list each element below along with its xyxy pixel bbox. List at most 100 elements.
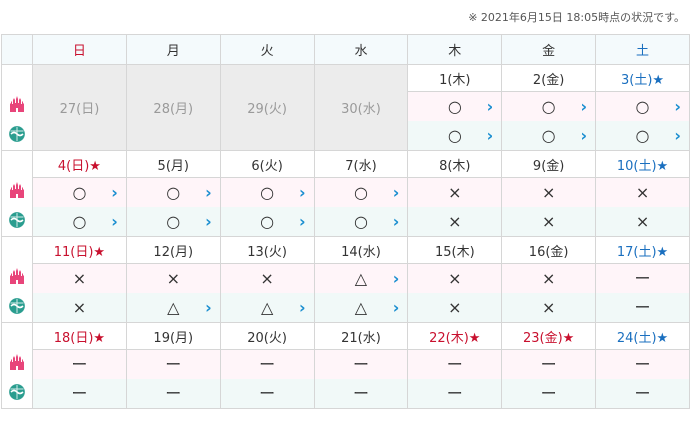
date-label: 28(月) [125, 64, 221, 151]
date-label: 30(水) [313, 64, 409, 151]
date-label: 23(金)★ [501, 322, 597, 350]
available-mark: ○ [166, 212, 181, 231]
sea-availability-cell[interactable]: ○ › [501, 121, 597, 151]
sea-availability-cell: × [501, 207, 597, 237]
row-label-spacer [1, 64, 33, 92]
chevron-right-icon[interactable]: › [393, 184, 400, 201]
chevron-right-icon[interactable]: › [299, 213, 306, 230]
castle-icon [8, 182, 26, 203]
row-label-spacer [1, 150, 33, 178]
sold-out-mark: × [166, 269, 180, 288]
date-label: 16(金) [501, 236, 597, 264]
sea-availability-cell: × [595, 207, 690, 237]
sea-availability-cell[interactable]: △ › [313, 293, 409, 323]
week-date-row: 18(日)★ 19(月) 20(火) 21(水) 22(木)★ 23(金)★ 24(土)★ [1, 322, 690, 350]
sea-availability-row: ○ › ○ › ○ › ○ › × × × [1, 207, 690, 237]
land-availability-cell[interactable]: ○ › [313, 177, 409, 207]
chevron-right-icon[interactable]: › [487, 98, 494, 115]
availability-calendar: 日月火水木金土 27(日) 28(月) 29(火) 30(水) 1(木) 2(金) 3(土)… [1, 34, 690, 409]
land-availability-cell: ー [313, 349, 409, 379]
land-availability-cell[interactable]: ○ › [125, 177, 221, 207]
chevron-right-icon[interactable]: › [299, 184, 306, 201]
date-label: 7(水) [313, 150, 409, 178]
sea-availability-cell[interactable]: ○ › [407, 121, 503, 151]
date-label: 10(土)★ [595, 150, 690, 178]
sold-out-mark: × [635, 183, 650, 202]
available-mark: ○ [447, 97, 462, 116]
chevron-right-icon[interactable]: › [205, 184, 212, 201]
header-corner [1, 34, 33, 65]
sold-out-mark: × [72, 298, 87, 317]
date-label: 5(月) [125, 150, 221, 178]
date-label: 21(水) [313, 322, 409, 350]
sold-out-mark: × [448, 183, 462, 202]
sea-availability-cell[interactable]: ○ › [32, 207, 127, 237]
chevron-right-icon[interactable]: › [580, 98, 587, 115]
not-on-sale-mark: ー [165, 355, 182, 374]
land-availability-cell: × [501, 177, 597, 207]
land-availability-cell[interactable]: △ › [313, 263, 409, 293]
land-row-label [1, 177, 33, 207]
globe-icon [8, 297, 26, 319]
land-availability-cell[interactable]: ○ › [595, 91, 690, 121]
not-on-sale-mark: ー [352, 384, 369, 403]
land-availability-cell: ー [407, 349, 503, 379]
not-on-sale-mark: ー [634, 355, 651, 374]
chevron-right-icon[interactable]: › [674, 127, 681, 144]
date-label: 13(火) [219, 236, 315, 264]
chevron-right-icon[interactable]: › [299, 299, 306, 316]
land-row-label [1, 91, 33, 121]
date-label: 17(土)★ [595, 236, 690, 264]
weekday-header: 木 [407, 34, 503, 65]
sea-availability-cell: × [407, 207, 503, 237]
row-label-spacer [1, 236, 33, 264]
chevron-right-icon[interactable]: › [205, 213, 212, 230]
date-label: 18(日)★ [32, 322, 127, 350]
chevron-right-icon[interactable]: › [111, 213, 118, 230]
castle-icon [8, 268, 26, 289]
available-mark: ○ [166, 183, 181, 202]
not-on-sale-mark: ー [634, 269, 651, 288]
sea-availability-cell[interactable]: △ › [125, 293, 221, 323]
chevron-right-icon[interactable]: › [393, 299, 400, 316]
land-availability-cell[interactable]: ○ › [32, 177, 127, 207]
few-left-mark: △ [354, 269, 368, 288]
chevron-right-icon[interactable]: › [205, 299, 212, 316]
castle-icon [8, 354, 26, 375]
date-label: 19(月) [125, 322, 221, 350]
available-mark: ○ [541, 97, 556, 116]
chevron-right-icon[interactable]: › [674, 98, 681, 115]
land-availability-cell: ー [219, 349, 315, 379]
weekday-header: 土 [595, 34, 690, 65]
chevron-right-icon[interactable]: › [111, 184, 118, 201]
available-mark: ○ [541, 126, 556, 145]
sea-availability-cell[interactable]: ○ › [219, 207, 315, 237]
chevron-right-icon[interactable]: › [580, 127, 587, 144]
sea-availability-cell: ー [595, 379, 690, 409]
date-label: 24(土)★ [595, 322, 690, 350]
date-label: 22(木)★ [407, 322, 503, 350]
chevron-right-icon[interactable]: › [393, 213, 400, 230]
sea-availability-cell[interactable]: ○ › [125, 207, 221, 237]
land-availability-cell[interactable]: ○ › [407, 91, 503, 121]
sea-availability-cell[interactable]: △ › [219, 293, 315, 323]
date-label: 3(土)★ [595, 64, 690, 92]
land-availability-cell: × [32, 263, 127, 293]
sea-availability-cell[interactable]: ○ › [313, 207, 409, 237]
sold-out-mark: × [448, 212, 462, 231]
chevron-right-icon[interactable]: › [393, 270, 400, 287]
sold-out-mark: × [448, 298, 462, 317]
sold-out-mark: × [541, 183, 556, 202]
available-mark: ○ [635, 97, 650, 116]
sea-availability-cell: ー [125, 379, 221, 409]
land-availability-cell: ー [595, 349, 690, 379]
sea-availability-cell[interactable]: ○ › [595, 121, 690, 151]
sold-out-mark: × [541, 298, 556, 317]
land-availability-cell[interactable]: ○ › [219, 177, 315, 207]
not-on-sale-mark: ー [540, 355, 557, 374]
land-availability-cell: × [407, 263, 503, 293]
chevron-right-icon[interactable]: › [487, 127, 494, 144]
weekday-header: 金 [501, 34, 597, 65]
land-availability-cell[interactable]: ○ › [501, 91, 597, 121]
land-availability-cell: ー [595, 263, 690, 293]
